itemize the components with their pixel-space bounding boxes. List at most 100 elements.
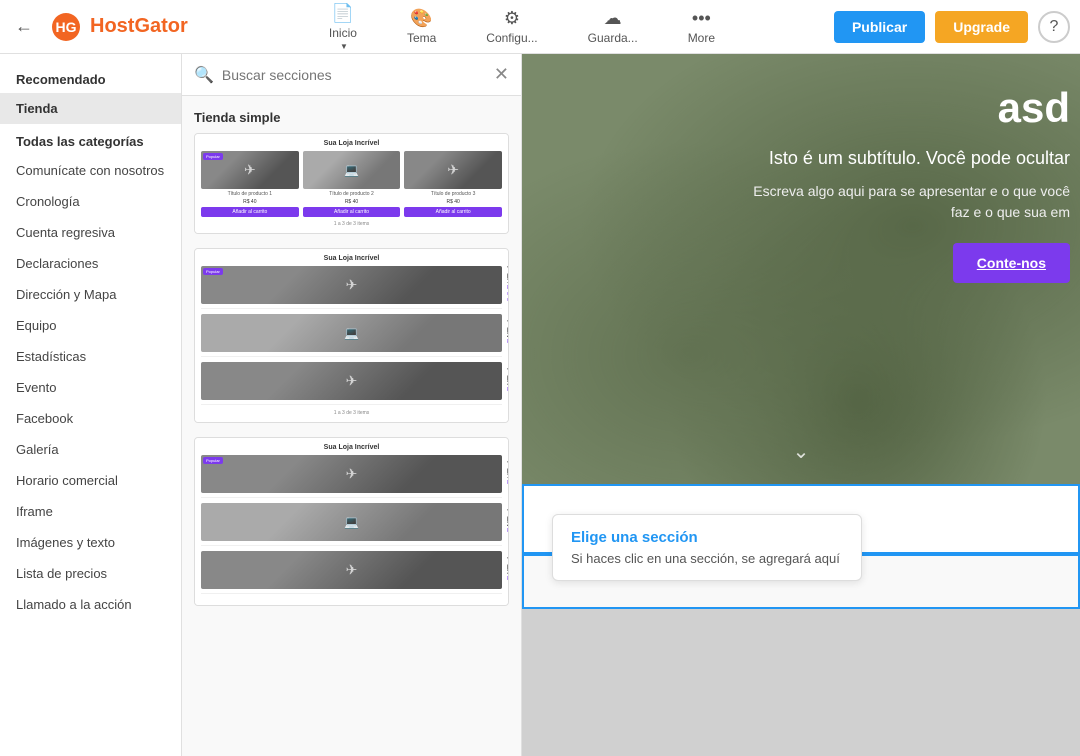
- sidebar-all-categories-title: Todas las categorías: [0, 124, 181, 155]
- store-item-price-3: R$ 40: [446, 199, 459, 205]
- svg-text:HG: HG: [56, 19, 77, 35]
- store-grid: Popular Título de producto 1 R$ 40 Añadi…: [201, 151, 502, 217]
- store-item-name-2: Título de producto 2: [329, 191, 373, 197]
- upgrade-button[interactable]: Upgrade: [935, 11, 1028, 43]
- store-item-image-1: Popular: [201, 151, 299, 189]
- store-list2-img-2: [201, 503, 502, 541]
- navbar: ← HG HostGator 📄 Inicio ▼ 🎨 Tema ⚙ Confi…: [0, 0, 1080, 54]
- nav-label-tema: Tema: [407, 31, 436, 45]
- logo[interactable]: HG HostGator: [48, 9, 188, 45]
- sidebar-item-tienda[interactable]: Tienda: [0, 93, 181, 124]
- guardar-icon: ☁: [604, 8, 622, 29]
- sidebar-item-evento[interactable]: Evento: [0, 372, 181, 403]
- section-card-list2[interactable]: Sua Loja Incrível Popular Título de prod…: [194, 437, 509, 606]
- store-list-price-2: R$22: [507, 339, 509, 345]
- popular-badge-list-1: Popular: [203, 268, 223, 275]
- store-list-name-3: Título de producto 3: [507, 369, 509, 387]
- store-list2-price-2: R$10: [507, 528, 509, 534]
- store-grid-item-3: Título de producto 3 R$ 40 Añadir al car…: [404, 151, 502, 217]
- nav-item-configuracion[interactable]: ⚙ Configu...: [476, 3, 547, 50]
- nav-item-guardar[interactable]: ☁ Guarda...: [578, 3, 648, 50]
- store-list2-img-3: [201, 551, 502, 589]
- sidebar-item-lista-precios[interactable]: Lista de precios: [0, 558, 181, 589]
- navbar-left: ← HG HostGator: [10, 9, 210, 45]
- store-pagination-2: 1 a 3 de 3 items: [201, 410, 502, 416]
- nav-label-configuracion: Configu...: [486, 31, 537, 45]
- sidebar-item-comunicate[interactable]: Comunícate con nosotros: [0, 155, 181, 186]
- store-list-price-3: R$4: [507, 387, 509, 393]
- sidebar-item-iframe[interactable]: Iframe: [0, 496, 181, 527]
- inicio-icon: 📄: [332, 3, 354, 24]
- store-item-price-1: R$ 40: [243, 199, 256, 205]
- sidebar-item-imagenes[interactable]: Imágenes y texto: [0, 527, 181, 558]
- publicar-button[interactable]: Publicar: [834, 11, 925, 43]
- hero-cta-button[interactable]: Conte-nos: [953, 243, 1070, 283]
- sidebar-item-cronologia[interactable]: Cronología: [0, 186, 181, 217]
- help-button[interactable]: ?: [1038, 11, 1070, 43]
- sidebar-item-estadisticas[interactable]: Estadísticas: [0, 341, 181, 372]
- store-list-price-1: R$00 | 11% de desconto: [507, 285, 509, 303]
- hero-background: asd Isto é um subtítulo. Você pode ocult…: [522, 54, 1080, 484]
- sidebar-item-facebook[interactable]: Facebook: [0, 403, 181, 434]
- section-panel-scroll[interactable]: Tienda simple Sua Loja Incrível Popular …: [182, 96, 521, 756]
- store-item-image-3: [404, 151, 502, 189]
- canvas-area: asd Isto é um subtítulo. Você pode ocult…: [522, 54, 1080, 756]
- store-list2-preview: Sua Loja Incrível Popular Título de prod…: [195, 438, 508, 605]
- sidebar-item-equipo[interactable]: Equipo: [0, 310, 181, 341]
- navbar-right: Publicar Upgrade ?: [834, 11, 1070, 43]
- sidebar: Recomendado Tienda Todas las categorías …: [0, 54, 182, 756]
- store-grid-item-1: Popular Título de producto 1 R$ 40 Añadi…: [201, 151, 299, 217]
- store-list2-name-1: Título de producto 1: [507, 462, 509, 480]
- store-list2-item-2: Título de producto 2 R$10 Añadir al carr…: [201, 503, 502, 546]
- navbar-center: 📄 Inicio ▼ 🎨 Tema ⚙ Configu... ☁ Guarda.…: [210, 0, 834, 56]
- store-list2-item-3: Título de producto 3 R$4 Añadir al carri…: [201, 551, 502, 594]
- store-list2-name-3: Título de producto 3: [507, 558, 509, 576]
- section-panel: 🔍 ✕ Tienda simple Sua Loja Incrível Popu…: [182, 54, 522, 756]
- sidebar-item-horario[interactable]: Horario comercial: [0, 465, 181, 496]
- store-list2-img-1: Popular: [201, 455, 502, 493]
- store-list2-item-1: Popular Título de producto 1 R$00 Añadir…: [201, 455, 502, 498]
- sidebar-item-llamado[interactable]: Llamado a la acción: [0, 589, 181, 620]
- nav-label-more: More: [688, 31, 715, 45]
- hero-subtitle: Isto é um subtítulo. Você pode ocultar: [745, 146, 1070, 171]
- store-list-item-1: Popular Título de producto 1 R$00 | 11% …: [201, 266, 502, 309]
- configuracion-icon: ⚙: [504, 8, 520, 29]
- store-pagination-1: 1 a 3 de 3 items: [201, 221, 502, 227]
- hostgator-logo-icon: HG: [48, 9, 84, 45]
- scroll-indicator: ⌄: [793, 439, 810, 464]
- store-list-img-3: [201, 362, 502, 400]
- nav-label-guardar: Guarda...: [588, 31, 638, 45]
- search-input[interactable]: [222, 67, 486, 83]
- store-grid-item-2: Título de producto 2 R$ 40 Añadir al car…: [303, 151, 401, 217]
- back-button[interactable]: ←: [10, 11, 38, 42]
- nav-item-inicio[interactable]: 📄 Inicio ▼: [319, 0, 367, 56]
- section-card-list[interactable]: Sua Loja Incrível Popular Título de prod…: [194, 248, 509, 423]
- tema-icon: 🎨: [410, 8, 432, 29]
- section-panel-header: 🔍 ✕: [182, 54, 521, 96]
- store-add-btn-1: Añadir al carrito: [201, 207, 299, 217]
- sidebar-item-direccion[interactable]: Dirección y Mapa: [0, 279, 181, 310]
- store-list-name-2: Título de producto 2: [507, 321, 509, 339]
- store-list2-info-3: Título de producto 3 R$4: [507, 558, 509, 582]
- main-area: Recomendado Tienda Todas las categorías …: [0, 54, 1080, 756]
- store-title-1: Sua Loja Incrível: [201, 140, 502, 147]
- nav-item-more[interactable]: ••• More: [678, 3, 725, 50]
- store-item-name-1: Título de producto 1: [228, 191, 272, 197]
- store-list-info-3: Título de producto 3 R$4: [507, 369, 509, 393]
- store-list-info-1: Título de producto 1 R$00 | 11% de desco…: [507, 267, 509, 303]
- store-list-item-2: Título de producto 2 R$22 Añadir al carr…: [201, 314, 502, 357]
- sidebar-item-cuenta-regresiva[interactable]: Cuenta regresiva: [0, 217, 181, 248]
- store-add-btn-2: Añadir al carrito: [303, 207, 401, 217]
- close-search-button[interactable]: ✕: [494, 64, 509, 85]
- sidebar-item-galeria[interactable]: Galería: [0, 434, 181, 465]
- nav-item-tema[interactable]: 🎨 Tema: [397, 3, 446, 50]
- store-item-price-2: R$ 40: [345, 199, 358, 205]
- popular-badge-list2-1: Popular: [203, 457, 223, 464]
- store-list-preview: Sua Loja Incrível Popular Título de prod…: [195, 249, 508, 422]
- store-list2-price-1: R$00: [507, 480, 509, 486]
- store-list2-info-2: Título de producto 2 R$10: [507, 510, 509, 534]
- elige-popup: Elige una sección Si haces clic en una s…: [552, 514, 862, 581]
- search-icon: 🔍: [194, 65, 214, 85]
- section-card-grid[interactable]: Sua Loja Incrível Popular Título de prod…: [194, 133, 509, 234]
- sidebar-item-declaraciones[interactable]: Declaraciones: [0, 248, 181, 279]
